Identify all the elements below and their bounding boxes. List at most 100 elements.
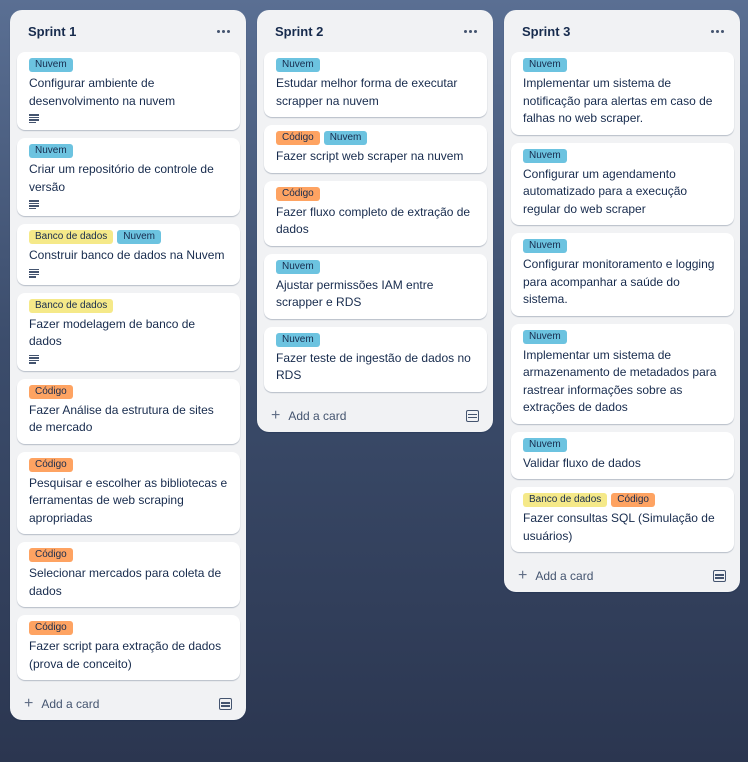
add-card-label: Add a card: [41, 697, 100, 711]
card[interactable]: Nuvem Implementar um sistema de notificaç…: [511, 52, 734, 135]
list-title[interactable]: Sprint 1: [28, 24, 76, 39]
description-icon: [29, 354, 39, 364]
card[interactable]: Nuvem Configurar um agendamento automatiz…: [511, 142, 734, 225]
card-label[interactable]: Código: [29, 621, 73, 635]
card-title: Configurar um agendamento automatizado p…: [523, 166, 688, 216]
card-label[interactable]: Código: [611, 493, 655, 507]
card-label[interactable]: Nuvem: [276, 332, 320, 347]
card-labels: Banco de dados Código: [523, 493, 724, 507]
card[interactable]: Nuvem Criar um repositório de controle de…: [17, 138, 240, 216]
card-label[interactable]: Nuvem: [523, 58, 567, 72]
card-label[interactable]: Código: [29, 457, 73, 472]
card-title: Validar fluxo de dados: [523, 455, 641, 470]
add-card-label: Add a card: [288, 408, 347, 423]
card-labels: Código: [29, 621, 230, 635]
card-label[interactable]: Nuvem: [276, 58, 320, 72]
card[interactable]: Nuvem Configurar monitoramento e logging …: [511, 233, 734, 316]
list-title[interactable]: Sprint 2: [275, 24, 323, 39]
card-labels: Nuvem: [276, 58, 477, 72]
card[interactable]: Nuvem Configurar ambiente de desenvolvime…: [17, 52, 240, 130]
create-from-template-icon[interactable]: [466, 409, 479, 422]
card[interactable]: Banco de dados Código Fazer consultas SQL …: [511, 487, 734, 552]
card-label[interactable]: Código: [29, 384, 73, 399]
card-title: Ajustar permissões IAM entre scrapper e …: [276, 277, 434, 310]
add-card-row: + Add a card: [10, 688, 246, 720]
card-label[interactable]: Nuvem: [523, 148, 567, 163]
plus-icon: +: [271, 406, 281, 424]
card-title: Construir banco de dados na Nuvem: [29, 248, 225, 262]
card-labels: Nuvem: [523, 329, 724, 344]
card-label[interactable]: Nuvem: [323, 131, 368, 145]
add-card-button[interactable]: + Add a card: [271, 406, 347, 424]
plus-icon: +: [518, 567, 528, 584]
list-sprint-2: Sprint 2 Nuvem Estudar melhor forma de ex…: [257, 10, 493, 432]
create-from-template-icon[interactable]: [219, 698, 232, 710]
card-labels: Nuvem: [276, 332, 477, 347]
add-card-button[interactable]: + Add a card: [24, 696, 99, 712]
card[interactable]: Nuvem Estudar melhor forma de executar sc…: [264, 52, 487, 117]
card-labels: Nuvem: [276, 259, 477, 274]
card-title: Fazer Análise da estrutura de sites de m…: [29, 402, 214, 435]
add-card-button[interactable]: + Add a card: [518, 568, 593, 584]
card-title: Fazer consultas SQL (Simulação de usuári…: [523, 511, 715, 543]
card-labels: Código: [29, 457, 230, 472]
more-options-icon[interactable]: [459, 22, 481, 40]
list-sprint-1: Sprint 1 Nuvem Configurar ambiente de des…: [10, 10, 246, 720]
card-title: Pesquisar e escolher as bibliotecas e fe…: [29, 475, 228, 525]
card-label[interactable]: Nuvem: [523, 329, 567, 344]
card-title: Fazer script web scraper na nuvem: [276, 149, 464, 163]
card[interactable]: Banco de dados Nuvem Construir banco de da…: [17, 224, 240, 285]
more-options-icon[interactable]: [212, 22, 234, 40]
card[interactable]: Nuvem Implementar um sistema de armazenam…: [511, 323, 734, 424]
list-header[interactable]: Sprint 3: [504, 10, 740, 52]
card-labels: Nuvem: [523, 239, 724, 253]
card[interactable]: Código Fazer fluxo completo de extração d…: [264, 180, 487, 246]
card-list: Nuvem Estudar melhor forma de executar sc…: [257, 52, 493, 392]
card-label[interactable]: Código: [29, 548, 73, 562]
card-title: Estudar melhor forma de executar scrappe…: [276, 76, 458, 108]
card[interactable]: Banco de dados Fazer modelagem de banco d…: [17, 292, 240, 371]
card-labels: Nuvem: [29, 58, 230, 72]
card-title: Criar um repositório de controle de vers…: [29, 162, 214, 194]
card-title: Fazer script para extração de dados (pro…: [29, 639, 222, 671]
card-labels: Código Nuvem: [276, 131, 477, 145]
card-title: Implementar um sistema de armazenamento …: [523, 347, 717, 415]
list-header[interactable]: Sprint 1: [10, 10, 246, 52]
card-label[interactable]: Nuvem: [523, 239, 567, 253]
card-labels: Banco de dados Nuvem: [29, 230, 230, 244]
card[interactable]: Código Selecionar mercados para coleta de…: [17, 542, 240, 607]
card[interactable]: Nuvem Fazer teste de ingestão de dados no…: [264, 326, 487, 392]
card-label[interactable]: Banco de dados: [29, 298, 114, 313]
card-title: Configurar ambiente de desenvolvimento n…: [29, 76, 176, 108]
card-title: Selecionar mercados para coleta de dados: [29, 566, 222, 598]
card-label[interactable]: Código: [276, 131, 320, 145]
list-header[interactable]: Sprint 2: [257, 10, 493, 52]
card-labels: Nuvem: [29, 144, 230, 158]
card-labels: Nuvem: [523, 437, 724, 452]
card[interactable]: Nuvem Ajustar permissões IAM entre scrapp…: [264, 253, 487, 319]
card-label[interactable]: Nuvem: [276, 259, 320, 274]
card-labels: Banco de dados: [29, 298, 230, 313]
card-label[interactable]: Banco de dados: [523, 493, 608, 507]
card-label[interactable]: Banco de dados: [29, 230, 114, 244]
create-from-template-icon[interactable]: [713, 570, 726, 582]
card-title: Fazer teste de ingestão de dados no RDS: [276, 350, 471, 383]
card-list: Nuvem Configurar ambiente de desenvolvime…: [10, 52, 246, 680]
card-label[interactable]: Nuvem: [29, 58, 73, 72]
card[interactable]: Código Nuvem Fazer script web scraper na n…: [264, 125, 487, 173]
card-label[interactable]: Código: [276, 186, 320, 201]
card[interactable]: Código Fazer script para extração de dado…: [17, 615, 240, 680]
card-title: Configurar monitoramento e logging para …: [523, 257, 715, 306]
card-title: Implementar um sistema de notificação pa…: [523, 76, 713, 125]
card-label[interactable]: Nuvem: [117, 230, 161, 244]
more-options-icon[interactable]: [706, 22, 728, 40]
card-label[interactable]: Nuvem: [523, 437, 567, 452]
card[interactable]: Código Pesquisar e escolher as biblioteca…: [17, 451, 240, 534]
description-icon: [29, 268, 39, 278]
card-label[interactable]: Nuvem: [29, 144, 73, 158]
card-labels: Nuvem: [523, 58, 724, 72]
list-title[interactable]: Sprint 3: [522, 24, 570, 39]
add-card-row: + Add a card: [504, 560, 740, 592]
card[interactable]: Código Fazer Análise da estrutura de site…: [17, 378, 240, 444]
card[interactable]: Nuvem Validar fluxo de dados: [511, 431, 734, 479]
